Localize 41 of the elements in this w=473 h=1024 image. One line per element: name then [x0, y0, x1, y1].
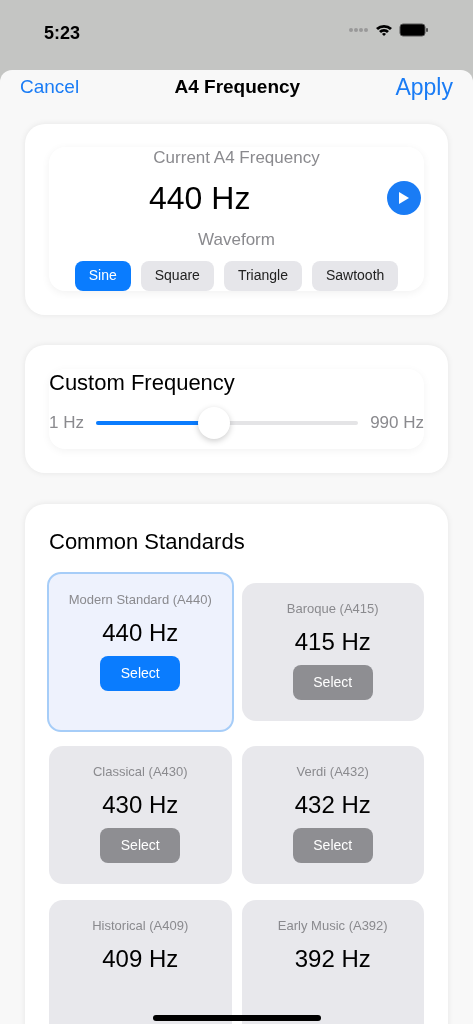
sheet-title: A4 Frequency — [174, 75, 301, 99]
waveform-tab[interactable]: Sawtooth — [311, 260, 399, 291]
play-icon — [398, 190, 410, 205]
standard-name: Classical (A430) — [91, 763, 189, 780]
standard-frequency: 392 Hz — [294, 943, 371, 974]
select-button[interactable]: Select — [100, 655, 181, 691]
standard-card[interactable]: Baroque (A415) 415 Hz Select — [241, 582, 424, 721]
standard-frequency: 415 Hz — [294, 626, 371, 657]
apply-button[interactable]: Apply — [395, 70, 453, 105]
standard-frequency: 409 Hz — [102, 943, 179, 974]
cancel-button[interactable]: Cancel — [20, 73, 80, 102]
standard-frequency: 432 Hz — [294, 789, 371, 820]
play-button[interactable] — [387, 180, 421, 215]
standard-name: Verdi (A432) — [295, 763, 370, 780]
section-title: Custom Frequency — [49, 368, 236, 397]
standard-frequency: 440 Hz — [102, 617, 179, 648]
waveform-tab[interactable]: Sine — [74, 260, 131, 291]
waveform-tab[interactable]: Triangle — [223, 260, 302, 291]
min-label: 1 Hz — [49, 411, 84, 434]
standard-card[interactable]: Modern Standard (A440) 440 Hz Select — [47, 571, 234, 732]
standard-name: Baroque (A415) — [285, 600, 380, 617]
frequency-slider[interactable] — [95, 406, 359, 439]
signal-icon — [349, 27, 369, 33]
standard-frequency: 430 Hz — [102, 789, 179, 820]
slider-thumb[interactable] — [197, 406, 230, 439]
standard-name: Historical (A409) — [91, 917, 190, 934]
waveform-tab[interactable]: Square — [140, 260, 214, 291]
standard-card[interactable]: Early Music (A392) 392 Hz — [241, 899, 424, 1024]
standard-card[interactable]: Classical (A430) 430 Hz Select — [49, 745, 232, 884]
standard-name: Early Music (A392) — [276, 917, 389, 934]
section-title: Common Standards — [49, 527, 246, 556]
max-label: 990 Hz — [370, 411, 424, 434]
status-time: 5:23 — [44, 22, 81, 45]
standard-card[interactable]: Historical (A409) 409 Hz — [49, 899, 232, 1024]
frequency-value: 440 Hz — [149, 178, 251, 218]
standard-card[interactable]: Verdi (A432) 432 Hz Select — [241, 745, 424, 884]
wifi-icon — [375, 23, 393, 37]
waveform-label: Waveform — [198, 228, 275, 251]
standard-name: Modern Standard (A440) — [67, 591, 213, 608]
current-frequency-label: Current A4 Frequency — [153, 146, 320, 169]
battery-icon — [399, 23, 429, 37]
